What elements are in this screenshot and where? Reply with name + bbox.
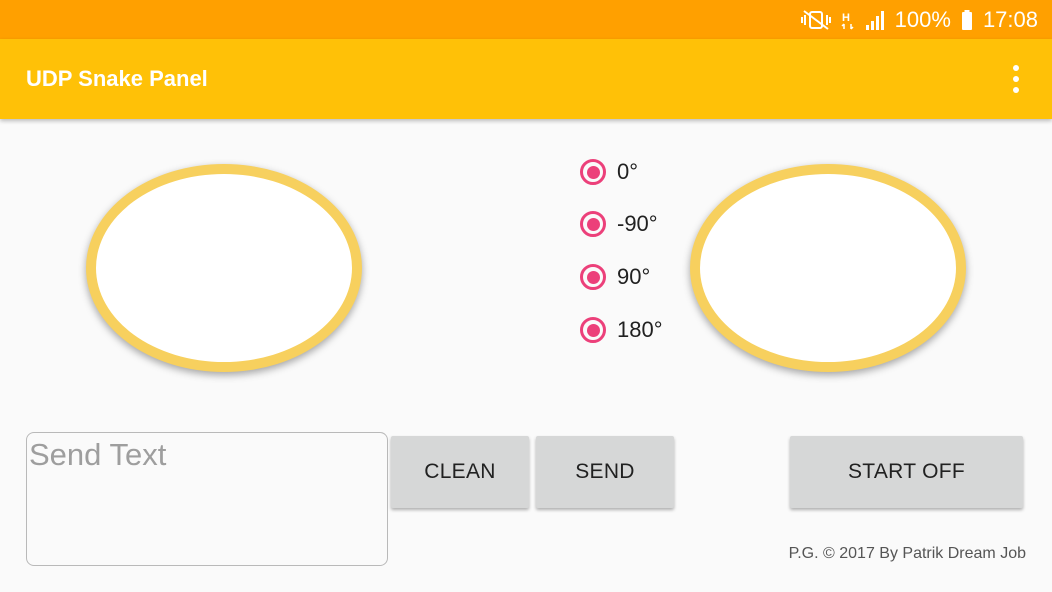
- copyright-footer: P.G. © 2017 By Patrik Dream Job: [788, 545, 1026, 562]
- status-icons: H 100% 17:08: [800, 0, 1038, 39]
- left-joystick[interactable]: [86, 164, 362, 372]
- radio-180-degrees[interactable]: 180°: [580, 310, 700, 350]
- menu-dot: [1013, 76, 1019, 82]
- clean-button[interactable]: CLEAN: [391, 436, 529, 508]
- menu-dot: [1013, 65, 1019, 71]
- send-button[interactable]: SEND: [536, 436, 674, 508]
- app-title: UDP Snake Panel: [26, 66, 208, 91]
- send-text-field[interactable]: [26, 432, 388, 566]
- battery-percent: 100%: [894, 6, 951, 32]
- radio-button-icon[interactable]: [580, 211, 606, 237]
- menu-dot: [1013, 87, 1019, 93]
- status-bar: H 100% 17:08: [0, 0, 1052, 39]
- signal-icon: [865, 10, 885, 30]
- radio-0-degrees[interactable]: 0°: [580, 152, 700, 192]
- radio-label: 90°: [617, 264, 651, 289]
- radio-label: -90°: [617, 211, 658, 236]
- mute-vibrate-icon: [800, 9, 831, 31]
- clock: 17:08: [982, 6, 1038, 32]
- right-joystick[interactable]: [690, 164, 966, 372]
- radio-button-icon[interactable]: [580, 159, 606, 185]
- hplus-data-icon: H: [841, 9, 855, 31]
- send-text-input[interactable]: [29, 437, 369, 473]
- svg-text:H: H: [842, 12, 850, 24]
- radio-button-icon[interactable]: [580, 317, 606, 343]
- radio-label: 180°: [617, 317, 663, 342]
- overflow-menu-icon[interactable]: [1000, 63, 1032, 95]
- radio-minus-90-degrees[interactable]: -90°: [580, 204, 700, 244]
- radio-label: 0°: [617, 159, 639, 184]
- radio-90-degrees[interactable]: 90°: [580, 257, 700, 297]
- battery-icon: [961, 9, 973, 31]
- app-bar: UDP Snake Panel: [0, 39, 1052, 119]
- start-toggle-button[interactable]: START OFF: [790, 436, 1023, 508]
- radio-button-icon[interactable]: [580, 264, 606, 290]
